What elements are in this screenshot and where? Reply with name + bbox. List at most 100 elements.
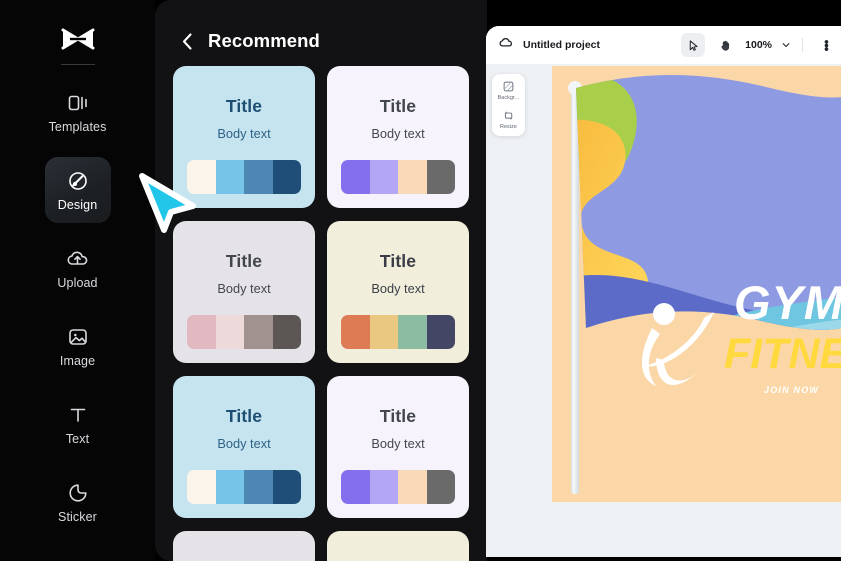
sidebar-item-label: Text — [65, 432, 90, 447]
float-tool-label: Backgr... — [497, 95, 520, 101]
image-icon — [65, 324, 91, 350]
templates-icon — [65, 90, 91, 116]
sidebar-item-label: Image — [59, 354, 96, 369]
palette-swatch — [244, 315, 273, 349]
chevron-down-icon[interactable] — [780, 39, 792, 51]
palette-swatch — [244, 160, 273, 194]
template-card-palette — [187, 315, 301, 349]
toolbar-left-group: Untitled project — [498, 35, 600, 55]
chevron-left-icon[interactable] — [178, 30, 196, 52]
palette-swatch — [215, 160, 244, 194]
palette-swatch — [272, 470, 301, 504]
hand-pan-icon[interactable] — [713, 33, 737, 57]
template-card-body: Body text — [217, 281, 271, 296]
editor-window: Untitled project 100% Backgr... Resize G… — [486, 26, 841, 557]
cursor-select-icon[interactable] — [681, 33, 706, 57]
palette-swatch — [341, 315, 370, 349]
template-card-title: Title — [225, 406, 263, 426]
toolbar-right-group: 100% — [681, 26, 841, 64]
template-card-palette — [341, 160, 455, 194]
sidebar-item-label: Upload — [57, 276, 98, 291]
sidebar-item-label: Templates — [48, 120, 107, 135]
template-card-title: Title — [225, 251, 263, 271]
palette-swatch — [341, 470, 370, 504]
project-name[interactable]: Untitled project — [523, 39, 600, 51]
template-card[interactable]: Title Body text — [327, 221, 469, 363]
template-card[interactable]: Title Body text — [173, 376, 315, 518]
text-t-icon — [65, 402, 91, 428]
palette-swatch — [272, 315, 301, 349]
palette-swatch — [215, 315, 244, 349]
background-icon — [502, 79, 516, 93]
template-card-title: Title — [379, 251, 417, 271]
template-card-title: Title — [379, 406, 417, 426]
sidebar-item-label: Design — [57, 198, 98, 213]
float-tool-label: Resize — [499, 124, 518, 130]
palette-swatch — [187, 315, 216, 349]
palette-swatch — [398, 315, 427, 349]
cloud-save-icon[interactable] — [498, 35, 513, 55]
template-card[interactable]: TitleBody text — [327, 531, 469, 561]
zoom-level-value: 100% — [745, 39, 772, 51]
artwork-cta: JOIN NOW — [764, 385, 819, 395]
palette-swatch — [369, 315, 398, 349]
palette-swatch — [187, 470, 216, 504]
panel-header: Recommend — [155, 0, 487, 60]
sidebar-item-sticker[interactable]: Sticker — [45, 469, 111, 535]
resize-icon — [502, 108, 516, 122]
palette-swatch — [398, 160, 427, 194]
template-card-grid: Title Body text Title Body text Title Body te… — [155, 60, 487, 561]
template-card-palette — [187, 160, 301, 194]
template-card-body: Body text — [371, 436, 425, 451]
sidebar-item-templates[interactable]: Templates — [45, 79, 111, 145]
template-card[interactable]: Title Body text — [327, 376, 469, 518]
template-card-palette — [341, 470, 455, 504]
more-options-icon[interactable] — [813, 33, 837, 57]
sidebar-item-upload[interactable]: Upload — [45, 235, 111, 301]
palette-swatch — [272, 160, 301, 194]
sticker-icon — [65, 480, 91, 506]
template-card-body: Body text — [371, 126, 425, 141]
template-card[interactable]: TitleBody text — [173, 531, 315, 561]
design-canvas[interactable]: GYM FITNESS JOIN NOW — [552, 66, 841, 502]
left-sidebar: Templates Design Upload Image Text Stick… — [0, 0, 155, 561]
palette-swatch — [426, 315, 455, 349]
sidebar-item-image[interactable]: Image — [45, 313, 111, 379]
background-tool-button[interactable]: Backgr... — [494, 79, 523, 101]
editor-toolbar: Untitled project 100% — [486, 26, 841, 64]
palette-swatch — [398, 470, 427, 504]
palette-swatch — [341, 160, 370, 194]
canvas-stage: Backgr... Resize GYM FITN JOIN NOW — [486, 64, 841, 557]
page-title: Recommend — [208, 30, 320, 51]
palette-swatch — [215, 470, 244, 504]
sidebar-item-design[interactable]: Design — [44, 157, 111, 223]
template-card[interactable]: Title Body text — [327, 66, 469, 208]
template-card[interactable]: Title Body text — [173, 66, 315, 208]
sidebar-item-text[interactable]: Text — [45, 391, 111, 457]
template-card-title: Title — [225, 96, 263, 116]
palette-swatch — [369, 470, 398, 504]
template-card-body: Body text — [371, 281, 425, 296]
recommend-panel: Recommend Title Body text Title Body text Ti… — [155, 0, 487, 561]
capcut-logo-icon[interactable] — [54, 22, 102, 58]
palette-swatch — [369, 160, 398, 194]
palette-swatch — [426, 470, 455, 504]
app-root: Templates Design Upload Image Text Stick… — [0, 0, 841, 561]
template-card-body: Body text — [217, 126, 271, 141]
design-brush-icon — [65, 168, 91, 194]
upload-cloud-icon — [65, 246, 91, 272]
palette-swatch — [244, 470, 273, 504]
artwork-headline: GYM — [734, 276, 841, 329]
canvas-float-toolbar: Backgr... Resize — [492, 74, 525, 136]
palette-swatch — [426, 160, 455, 194]
template-card-body: Body text — [217, 436, 271, 451]
template-card-palette — [341, 315, 455, 349]
template-card[interactable]: Title Body text — [173, 221, 315, 363]
toolbar-separator — [802, 38, 803, 52]
sidebar-divider — [60, 64, 95, 65]
template-card-palette — [187, 470, 301, 504]
gym-fitness-flag-artwork: GYM FITNESS JOIN NOW — [552, 66, 841, 502]
template-card-title: Title — [379, 96, 417, 116]
resize-tool-button[interactable]: Resize — [494, 108, 523, 130]
sidebar-item-label: Sticker — [58, 510, 97, 525]
